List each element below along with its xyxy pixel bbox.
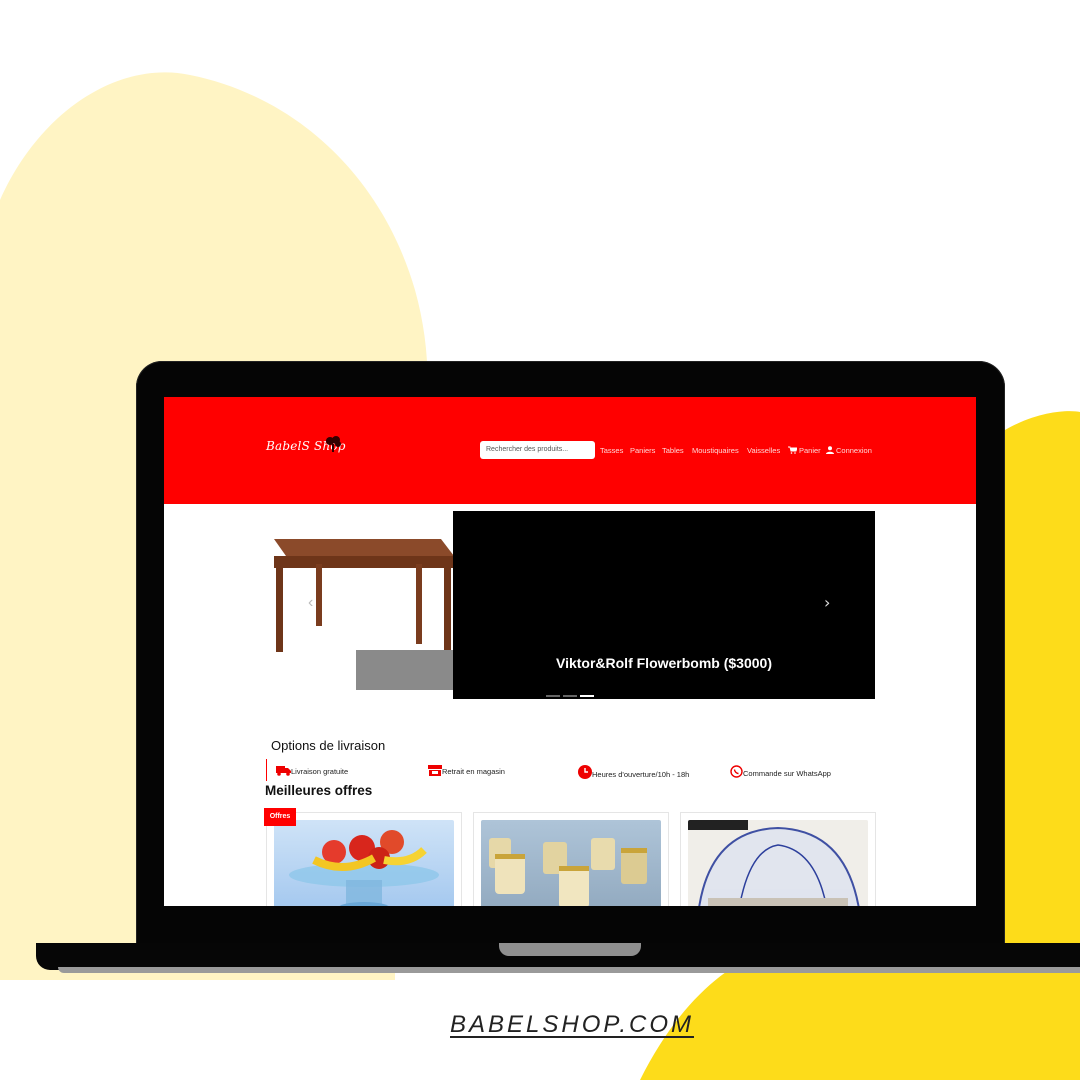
delivery-item-free: Livraison gratuite: [276, 765, 348, 776]
delivery-item-hours: Heures d'ouverture/10h - 18h: [578, 765, 689, 779]
laptop-notch: [499, 943, 641, 956]
chevron-left-icon[interactable]: ‹: [308, 594, 313, 612]
store-icon: [428, 765, 442, 776]
delivery-label: Livraison gratuite: [291, 767, 349, 776]
delivery-label: Heures d'ouverture/10h - 18h: [592, 770, 690, 779]
mosquito-net-image: [688, 820, 868, 906]
nav-link-moustiquaires[interactable]: Moustiquaires: [692, 446, 739, 455]
gold-mugs-image: [481, 820, 661, 906]
whatsapp-icon: [730, 765, 743, 778]
mosquito-net-illustration: [688, 820, 868, 906]
user-icon: [826, 446, 834, 454]
carousel-indicator[interactable]: [546, 695, 560, 697]
carousel-indicator[interactable]: [563, 695, 577, 697]
footer-domain-link[interactable]: BABELSHOP.COM: [0, 1011, 1080, 1039]
tree-logo-icon: [326, 436, 341, 452]
offers-title: Meilleures offres: [265, 783, 373, 798]
nav-link-tables[interactable]: Tables: [662, 446, 684, 455]
fruit-bowl-illustration: [289, 830, 439, 906]
laptop-base-shadow: [58, 967, 1080, 973]
carousel-caption: Viktor&Rolf Flowerbomb ($3000): [555, 655, 772, 671]
site-header: BabelS Shop Rechercher des produits... T…: [164, 397, 976, 504]
clock-icon: [578, 765, 592, 779]
fruit-bowl-image: [274, 820, 454, 906]
delivery-item-pickup: Retrait en magasin: [428, 765, 505, 776]
nav-login[interactable]: Connexion: [826, 446, 872, 455]
cart-icon: [788, 446, 797, 454]
chevron-right-icon[interactable]: ›: [824, 593, 830, 612]
gold-mugs-illustration: [489, 838, 647, 906]
nav-link-paniers[interactable]: Paniers: [630, 446, 655, 455]
delivery-label: Commande sur WhatsApp: [743, 769, 831, 778]
carousel-caption-backdrop: [356, 650, 454, 690]
truck-icon: [276, 766, 291, 776]
nav-link-vaisselles[interactable]: Vaisselles: [747, 446, 780, 455]
nav-cart[interactable]: Panier: [788, 446, 821, 455]
carousel-slide: Viktor&Rolf Flowerbomb ($3000) ›: [453, 511, 875, 699]
laptop-screen: BabelS Shop Rechercher des produits... T…: [164, 397, 976, 906]
nav-link-tasses[interactable]: Tasses: [600, 446, 623, 455]
product-card[interactable]: [473, 812, 669, 906]
delivery-title: Options de livraison: [271, 738, 386, 753]
product-card[interactable]: [266, 812, 462, 906]
offers-badge: Offres: [264, 808, 296, 826]
product-card[interactable]: [680, 812, 876, 906]
login-label: Connexion: [836, 446, 872, 455]
carousel-indicators: [546, 684, 597, 702]
cart-label: Panier: [799, 446, 821, 455]
carousel-indicator-active[interactable]: [580, 695, 594, 697]
delivery-accent-bar: [266, 759, 267, 781]
search-input[interactable]: Rechercher des produits...: [480, 441, 595, 459]
delivery-item-whatsapp[interactable]: Commande sur WhatsApp: [730, 765, 831, 778]
delivery-label: Retrait en magasin: [442, 767, 505, 776]
